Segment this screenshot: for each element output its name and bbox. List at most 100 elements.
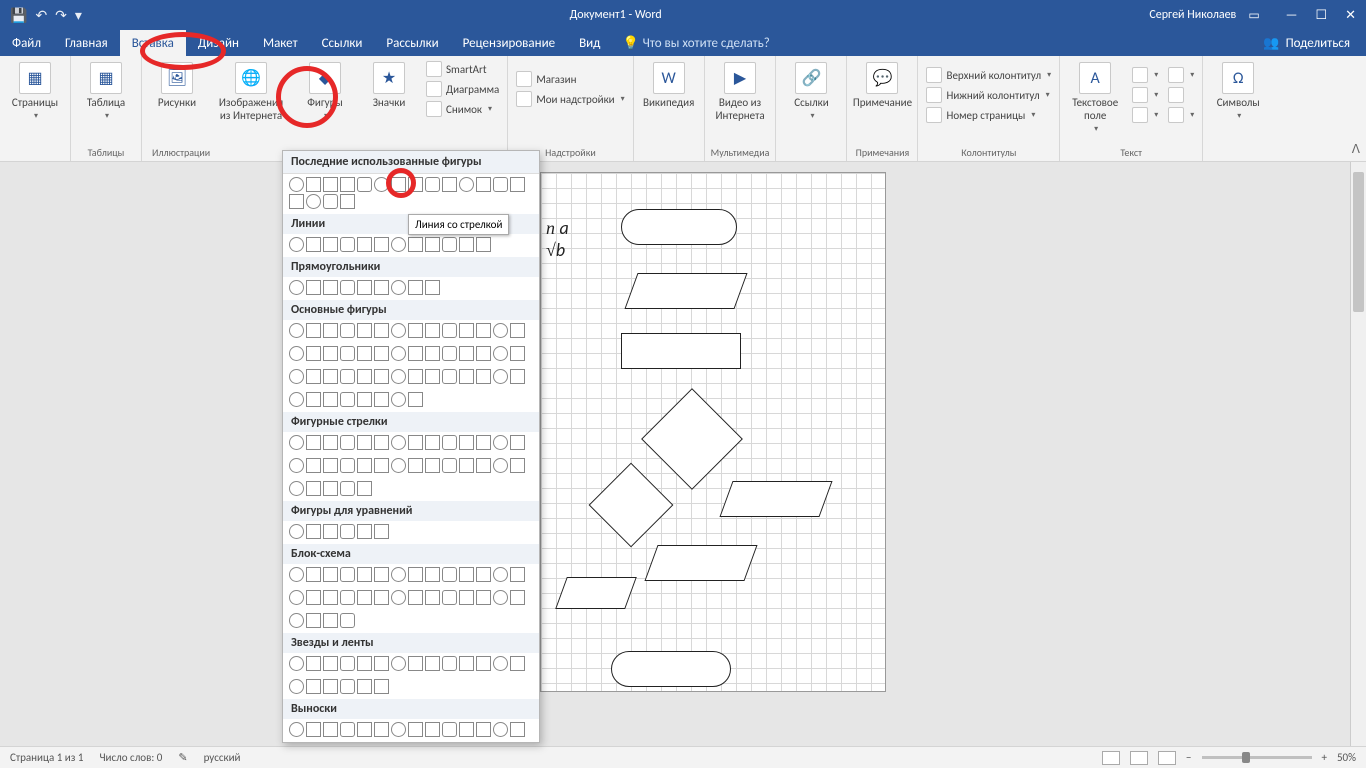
datetime-button[interactable] bbox=[1166, 86, 1196, 104]
ribbon-display-options-icon[interactable]: ▭ bbox=[1248, 8, 1259, 23]
shape-item[interactable] bbox=[476, 722, 491, 737]
shape-item[interactable] bbox=[340, 346, 355, 361]
shape-item[interactable] bbox=[289, 481, 304, 496]
view-web-button[interactable] bbox=[1158, 751, 1176, 765]
shape-item[interactable] bbox=[357, 722, 372, 737]
shape-item[interactable] bbox=[493, 590, 508, 605]
shape-item[interactable] bbox=[323, 524, 338, 539]
shape-item[interactable] bbox=[289, 458, 304, 473]
shape-item[interactable] bbox=[323, 280, 338, 295]
save-icon[interactable]: 💾 bbox=[10, 7, 27, 24]
smartart-button[interactable]: SmartArt bbox=[424, 60, 501, 78]
shape-item[interactable] bbox=[476, 237, 491, 252]
shape-item[interactable] bbox=[306, 435, 321, 450]
status-language[interactable]: русский bbox=[204, 751, 241, 764]
shape-item[interactable] bbox=[391, 369, 406, 384]
tab-insert[interactable]: Вставка bbox=[120, 30, 186, 56]
shape-item[interactable] bbox=[357, 590, 372, 605]
dropcap-button[interactable] bbox=[1130, 106, 1160, 124]
shape-item[interactable] bbox=[476, 567, 491, 582]
tab-refs[interactable]: Ссылки bbox=[310, 30, 375, 56]
shape-item[interactable] bbox=[306, 323, 321, 338]
shape-item[interactable] bbox=[442, 656, 457, 671]
shape-item[interactable] bbox=[374, 679, 389, 694]
wikipedia-button[interactable]: W Википедия bbox=[640, 60, 698, 111]
footer-button[interactable]: Нижний колонтитул bbox=[924, 86, 1053, 104]
shape-item[interactable] bbox=[357, 323, 372, 338]
flow-decision-1[interactable] bbox=[641, 388, 743, 490]
shape-item[interactable] bbox=[510, 369, 525, 384]
shape-item[interactable] bbox=[510, 567, 525, 582]
shape-item[interactable] bbox=[306, 656, 321, 671]
shape-item[interactable] bbox=[323, 481, 338, 496]
links-button[interactable]: 🔗 Ссылки bbox=[782, 60, 840, 123]
shape-item[interactable] bbox=[442, 567, 457, 582]
shape-item[interactable] bbox=[391, 237, 406, 252]
quickparts-button[interactable] bbox=[1130, 66, 1160, 84]
flow-terminator-1[interactable] bbox=[621, 209, 737, 245]
shape-item[interactable] bbox=[408, 458, 423, 473]
shape-item[interactable] bbox=[408, 590, 423, 605]
shape-item[interactable] bbox=[510, 656, 525, 671]
shape-item[interactable] bbox=[306, 613, 321, 628]
shape-item[interactable] bbox=[459, 177, 474, 192]
shape-item[interactable] bbox=[306, 458, 321, 473]
shape-item[interactable] bbox=[442, 369, 457, 384]
flow-parallelogram-2[interactable] bbox=[719, 481, 832, 517]
shape-item[interactable] bbox=[340, 567, 355, 582]
shape-item[interactable] bbox=[425, 369, 440, 384]
shape-item[interactable] bbox=[340, 177, 355, 192]
shape-item[interactable] bbox=[408, 323, 423, 338]
shape-item[interactable] bbox=[306, 481, 321, 496]
shape-item[interactable] bbox=[391, 392, 406, 407]
shape-item[interactable] bbox=[391, 656, 406, 671]
redo-icon[interactable]: ↷ bbox=[55, 7, 67, 24]
shape-item[interactable] bbox=[493, 369, 508, 384]
shape-item[interactable] bbox=[425, 435, 440, 450]
shape-item[interactable] bbox=[340, 435, 355, 450]
shape-item[interactable] bbox=[408, 567, 423, 582]
shape-item[interactable] bbox=[323, 194, 338, 209]
sigline-button[interactable] bbox=[1166, 66, 1196, 84]
shape-item[interactable] bbox=[493, 177, 508, 192]
shape-item[interactable] bbox=[459, 656, 474, 671]
shape-item[interactable] bbox=[357, 656, 372, 671]
shape-item[interactable] bbox=[323, 458, 338, 473]
pictures-button[interactable]: 🖼 Рисунки bbox=[148, 60, 206, 111]
shape-item[interactable] bbox=[374, 237, 389, 252]
shape-item[interactable] bbox=[340, 722, 355, 737]
shape-item[interactable] bbox=[289, 656, 304, 671]
shape-item[interactable] bbox=[493, 656, 508, 671]
flow-decision-2[interactable] bbox=[589, 463, 674, 548]
shape-item[interactable] bbox=[340, 237, 355, 252]
shape-item[interactable] bbox=[289, 435, 304, 450]
symbols-button[interactable]: Ω Символы bbox=[1209, 60, 1267, 123]
shapes-gallery-dropdown[interactable]: Последние использованные фигуры ЛинииПря… bbox=[282, 150, 540, 743]
shape-item[interactable] bbox=[306, 590, 321, 605]
shape-item[interactable] bbox=[357, 369, 372, 384]
flow-parallelogram-3[interactable] bbox=[644, 545, 757, 581]
tab-home[interactable]: Главная bbox=[53, 30, 120, 56]
shape-item[interactable] bbox=[510, 177, 525, 192]
shape-item[interactable] bbox=[323, 369, 338, 384]
shape-item[interactable] bbox=[289, 323, 304, 338]
shape-item[interactable] bbox=[408, 656, 423, 671]
shape-item[interactable] bbox=[391, 346, 406, 361]
shape-item[interactable] bbox=[289, 679, 304, 694]
shape-item[interactable] bbox=[306, 679, 321, 694]
shape-item[interactable] bbox=[374, 369, 389, 384]
shape-item[interactable] bbox=[323, 567, 338, 582]
tab-view[interactable]: Вид bbox=[567, 30, 612, 56]
vertical-scrollbar[interactable] bbox=[1350, 162, 1366, 746]
shape-item[interactable] bbox=[391, 458, 406, 473]
shape-item[interactable] bbox=[391, 280, 406, 295]
shape-item[interactable] bbox=[374, 590, 389, 605]
shape-item[interactable] bbox=[408, 435, 423, 450]
store-button[interactable]: Магазин bbox=[514, 70, 626, 88]
shape-item[interactable] bbox=[289, 369, 304, 384]
shape-item[interactable] bbox=[425, 567, 440, 582]
shape-item[interactable] bbox=[459, 346, 474, 361]
shape-item[interactable] bbox=[391, 567, 406, 582]
shape-item[interactable] bbox=[289, 194, 304, 209]
pages-button[interactable]: ▦ Страницы bbox=[6, 60, 64, 123]
